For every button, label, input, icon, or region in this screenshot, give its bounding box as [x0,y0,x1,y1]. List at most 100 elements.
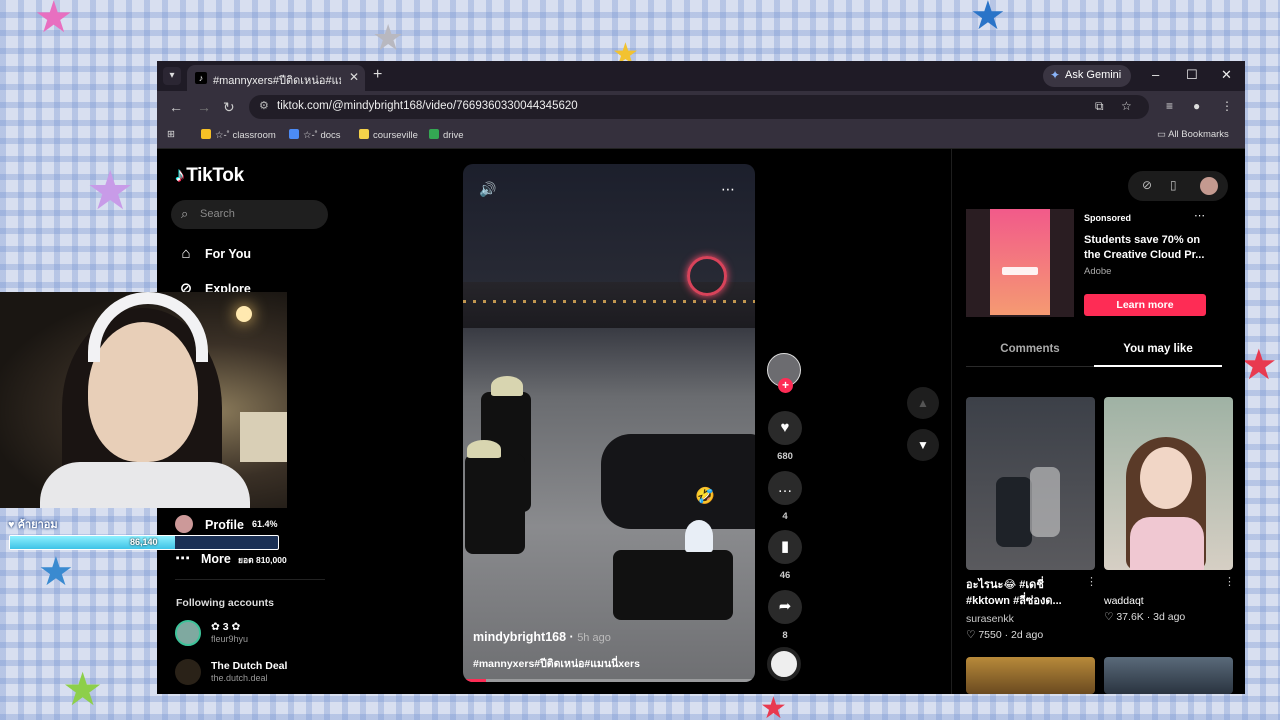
headphones [88,292,208,362]
recommended-video-thumb[interactable] [966,657,1095,694]
bookmark-drive[interactable]: drive [429,129,464,141]
bookmark-label: ☆-˚ classroom [215,130,276,141]
nav-profile[interactable]: Profile [175,515,244,533]
recommended-video-thumb[interactable] [1104,657,1233,694]
thumb-figure [996,477,1032,547]
video-progress-bar[interactable] [463,679,755,682]
streamer-shirt [40,462,250,508]
tiktok-icon: ♪ [195,72,207,84]
video-progress-fill [463,679,487,682]
blue-star-sticker-2: ★ [38,550,74,594]
video-caption[interactable]: #mannyxers#ปีติดเหน่อ#แมนนี่xers [473,655,640,672]
volume-icon[interactable]: 🔊 [479,181,496,198]
account-handle: the.dutch.deal [211,673,268,683]
search-input[interactable]: ⌕ Search [171,200,328,229]
video-author[interactable]: mindybright168 · 5h ago [473,630,611,644]
bookmark-classroom[interactable]: ☆-˚ classroom [201,129,276,141]
bed [240,412,287,462]
tab-comments[interactable]: Comments [966,343,1094,355]
recommended-video-thumb[interactable] [1104,397,1233,570]
thumb-more-icon[interactable]: ⋮ [1224,575,1235,588]
nav-label: For You [205,247,252,261]
ad-title[interactable]: Students save 70% on the Creative Cloud … [1084,233,1212,263]
avatar [175,659,201,685]
laughing-emoji-icon: 🤣 [695,488,715,505]
recommended-user[interactable]: surasenkk [966,613,1014,625]
logo-text: TikTok [186,165,244,186]
profile-icon[interactable]: ● [1193,99,1200,113]
all-bookmarks[interactable]: ▭ All Bookmarks [1157,129,1229,140]
bookmark-label: courseville [373,130,418,141]
bookmarks-bar: ⊞ ☆-˚ classroom ☆-˚ docs courseville dri… [157,123,1245,149]
bookmark-icon[interactable]: ▮ [768,530,802,564]
maximize-icon[interactable]: ☐ [1186,67,1198,83]
recommended-caption[interactable]: อะไรนะ😂 #เดชี่ #kktown #ลี่ซ่องด... [966,577,1082,609]
phone-icon[interactable]: ▯ [1170,178,1177,192]
back-icon[interactable]: ← [169,99,183,115]
video-username: mindybright168 [473,630,567,644]
close-tab-icon[interactable]: ✕ [349,70,359,84]
video-scene-character [613,550,733,620]
ad-more-icon[interactable]: ⋯ [1194,209,1205,222]
nav-more[interactable]: ⋯ More [175,549,231,567]
ad-image[interactable] [966,209,1074,317]
like-count: 680 [777,451,793,462]
minimize-icon[interactable]: – [1152,67,1159,82]
tab-bar: ▾ ♪ #mannyxers#ปีติดเหน่อ#แมนนี่xers ✕ +… [157,61,1245,91]
previous-video-button[interactable]: ▲ [907,387,939,419]
green-glitter-star-sticker: ★ [62,663,104,715]
nav-label: More [201,552,231,566]
bookmark-courseville[interactable]: courseville [359,129,418,141]
share-icon[interactable]: ➦ [768,590,802,624]
new-tab-button[interactable]: + [373,66,382,84]
share-action[interactable]: ➦ 8 [767,590,803,641]
like-action[interactable]: ♥ 680 [767,411,803,462]
thumb-face [1140,447,1192,509]
browser-tab[interactable]: ♪ #mannyxers#ปีติดเหน่อ#แมนนี่xers ✕ [187,65,365,91]
reading-list-icon[interactable]: ≡ [1166,99,1173,113]
thumb-figure [1030,467,1060,537]
account-handle: fleur9hyu [211,634,249,644]
bookmark-star-icon[interactable]: ☆ [1121,99,1132,113]
site-info-icon[interactable]: ⚙ [259,99,269,112]
tab-you-may-like[interactable]: You may like [1094,343,1222,367]
install-app-icon[interactable]: ⧉ [1095,99,1104,114]
ask-gemini-button[interactable]: ✦ Ask Gemini [1043,65,1132,87]
video-scene-duck-head [685,520,713,552]
nav-for-you[interactable]: ⌂ For You [175,245,251,262]
reload-icon[interactable]: ↻ [223,99,235,116]
tiktok-logo[interactable]: ♪ TikTok [175,165,244,187]
close-window-icon[interactable]: ✕ [1221,67,1232,83]
apps-grid-icon[interactable]: ⊞ [167,129,175,140]
stream-name-text: ค้ายาอม [17,519,58,531]
ad-artwork [990,209,1050,315]
bookmark-label: drive [443,130,464,141]
menu-kebab-icon[interactable]: ⋮ [1221,99,1233,113]
forward-icon[interactable]: → [197,99,211,115]
bookmark-label: ☆-˚ docs [303,130,341,141]
video-player[interactable]: 🤣 🔊 ⋯ mindybright168 · 5h ago #mannyxers… [463,164,755,682]
nav-label: Profile [205,518,244,532]
browser-window: ▾ ♪ #mannyxers#ปีติดเหน่อ#แมนนี่xers ✕ +… [157,61,1245,694]
courseville-icon [359,129,369,139]
learn-more-button[interactable]: Learn more [1084,294,1206,316]
compass-icon[interactable]: ⊘ [1142,178,1152,192]
user-avatar[interactable] [1200,177,1218,195]
recommended-user[interactable]: waddaqt [1104,595,1144,607]
tab-search-button[interactable]: ▾ [163,67,181,85]
comment-action[interactable]: … 4 [767,471,803,522]
video-more-icon[interactable]: ⋯ [721,181,735,198]
follow-plus-icon[interactable]: + [778,378,793,393]
heart-outline-icon: ♡ [1104,611,1117,623]
comment-icon[interactable]: … [768,471,802,505]
next-video-button[interactable]: ▼ [907,429,939,461]
address-bar[interactable]: ⚙ tiktok.com/@mindybright168/video/76693… [249,95,1149,119]
save-action[interactable]: ▮ 46 [767,530,803,581]
stream-goal-name: ♥ ค้ายาอม [8,515,58,533]
goal-progress-value: 86,140 [130,537,158,547]
heart-icon[interactable]: ♥ [768,411,802,445]
bookmark-docs[interactable]: ☆-˚ docs [289,129,341,141]
thumb-more-icon[interactable]: ⋮ [1086,575,1097,588]
music-disc-icon[interactable] [767,647,801,681]
recommended-video-thumb[interactable] [966,397,1095,570]
